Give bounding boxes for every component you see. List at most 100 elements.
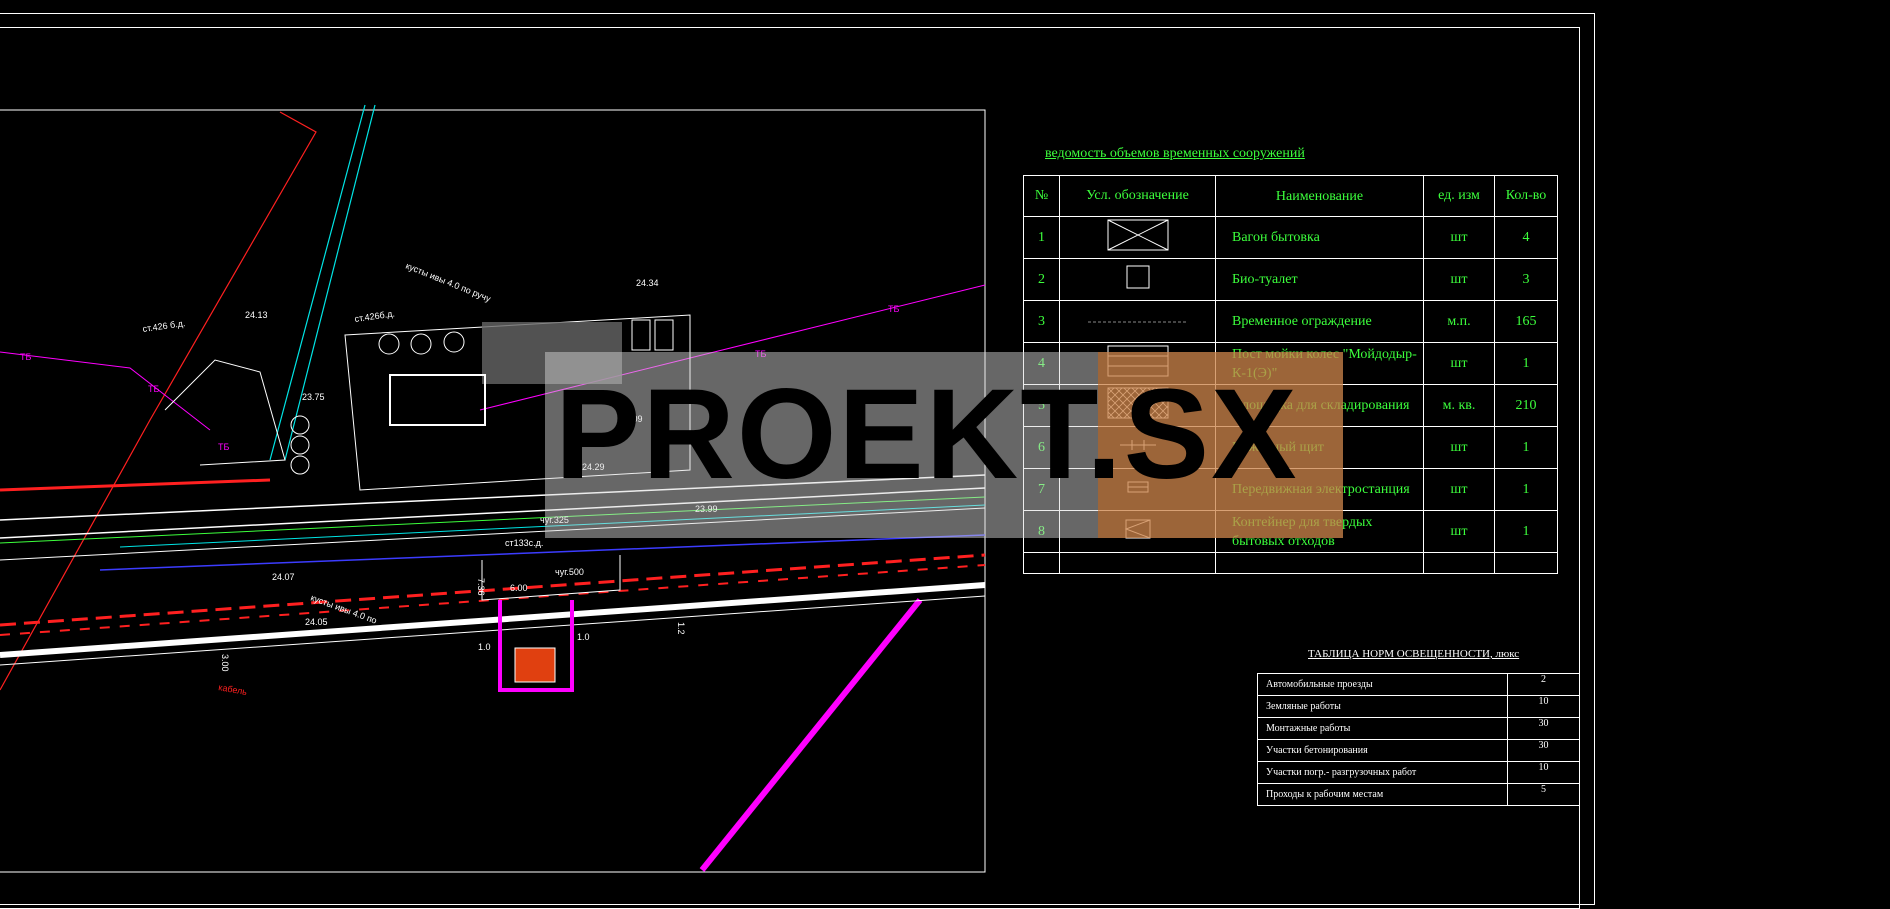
norm-value: 10 <box>1507 761 1580 784</box>
road-edge-thick <box>0 582 986 658</box>
norm-value: 30 <box>1507 739 1580 762</box>
label-cable: кабель <box>218 682 248 697</box>
row-qty: 1 <box>1494 426 1558 469</box>
red-road-upper <box>0 478 271 492</box>
label-elev-24-05: 24.05 <box>305 617 328 627</box>
norm-value: 30 <box>1507 717 1580 740</box>
header-name: Наименование <box>1215 175 1424 217</box>
red-road-lower-1 <box>0 553 986 627</box>
label-dim-1-0-b: 1.0 <box>577 632 590 642</box>
road-edge-4 <box>0 595 986 666</box>
pipe-line-a <box>269 104 366 461</box>
red-road-lower-2 <box>0 564 986 636</box>
row-unit: шт <box>1423 426 1495 469</box>
row-qty: 3 <box>1494 258 1558 301</box>
watermark-text: PROEKT.SX <box>555 363 1299 506</box>
label-dim-7-36: 7.36 <box>476 578 486 596</box>
norm-value: 5 <box>1507 783 1580 806</box>
row-qty: 165 <box>1494 300 1558 343</box>
wagon-icon <box>1059 216 1216 259</box>
row-no: 3 <box>1023 300 1060 343</box>
magenta-thick-line <box>699 598 923 872</box>
row-name: Временное ограждение <box>1215 300 1424 343</box>
volumes-header-row: № Усл. обозначение Наименование ед. изм … <box>1023 175 1558 217</box>
row-qty: 4 <box>1494 216 1558 259</box>
label-dim-3-00: 3.00 <box>220 654 230 672</box>
table-row: Земляные работы 10 <box>1257 695 1580 718</box>
table-row: 2 Био-туалет шт 3 <box>1023 258 1558 301</box>
equipment-block <box>389 374 486 426</box>
label-elev-24-34: 24.34 <box>636 278 659 288</box>
lighting-table: Автомобильные проезды 2 Земляные работы 10… <box>1257 673 1580 806</box>
label-dim-6-00: 6.00 <box>510 583 528 593</box>
label-st426b: ст.426б.д. <box>354 308 396 324</box>
table-row: 1 Вагон бытовка шт 4 <box>1023 216 1558 259</box>
norm-name: Монтажные работы <box>1257 717 1508 740</box>
label-ts-2: ТБ <box>148 384 159 394</box>
row-qty: 210 <box>1494 384 1558 427</box>
magenta-line-west <box>0 351 211 431</box>
row-no: 1 <box>1023 216 1060 259</box>
norm-value: 10 <box>1507 695 1580 718</box>
row-name: Вагон бытовка <box>1215 216 1424 259</box>
header-qty: Кол-во <box>1494 175 1558 217</box>
row-qty: 1 <box>1494 342 1558 385</box>
empty-row <box>1023 552 1558 574</box>
tank-5 <box>290 435 310 455</box>
label-dim-1-0-a: 1.0 <box>478 642 491 652</box>
label-chug500: чуг.500 <box>555 567 584 577</box>
fence-icon <box>1059 300 1216 343</box>
row-unit: шт <box>1423 216 1495 259</box>
label-elev-24-07: 24.07 <box>272 572 295 582</box>
table-row: 3 Временное ограждение м.п. 165 <box>1023 300 1558 343</box>
empty-cell <box>1423 552 1495 574</box>
tank-2 <box>410 333 432 355</box>
header-unit: ед. изм <box>1423 175 1495 217</box>
label-st426a: ст.426 б.д. <box>142 318 186 334</box>
table-row: Проходы к рабочим местам 5 <box>1257 783 1580 806</box>
label-ts-1: ТБ <box>20 352 31 362</box>
wagon-2 <box>654 319 674 351</box>
norm-name: Участки бетонирования <box>1257 739 1508 762</box>
norm-name: Участки погр.- разгрузочных работ <box>1257 761 1508 784</box>
row-qty: 1 <box>1494 510 1558 553</box>
empty-cell <box>1494 552 1558 574</box>
table-row: Участки бетонирования 30 <box>1257 739 1580 762</box>
row-unit: шт <box>1423 258 1495 301</box>
norm-value: 2 <box>1507 673 1580 696</box>
table-row: Участки погр.- разгрузочных работ 10 <box>1257 761 1580 784</box>
tank-6 <box>290 455 310 475</box>
header-no: № <box>1023 175 1060 217</box>
row-unit: м.п. <box>1423 300 1495 343</box>
empty-cell <box>1059 552 1216 574</box>
row-name: Био-туалет <box>1215 258 1424 301</box>
label-dim-1-2: 1.2 <box>676 622 686 635</box>
header-symbol: Усл. обозначение <box>1059 175 1216 217</box>
label-ts-3: ТБ <box>218 442 229 452</box>
norm-name: Проходы к рабочим местам <box>1257 783 1508 806</box>
norm-name: Земляные работы <box>1257 695 1508 718</box>
label-elev-24-13: 24.13 <box>245 310 268 320</box>
row-unit: шт <box>1423 510 1495 553</box>
lighting-table-title: ТАБЛИЦА НОРМ ОСВЕЩЕННОСТИ, люкс <box>1308 648 1520 660</box>
empty-cell <box>1023 552 1060 574</box>
label-elev-23-75: 23.75 <box>302 392 325 402</box>
label-st133: ст133с.д. <box>505 538 543 548</box>
row-no: 2 <box>1023 258 1060 301</box>
volumes-table-title: ведомость объемов временных сооружений <box>1045 146 1305 161</box>
row-unit: м. кв. <box>1423 384 1495 427</box>
tank-1 <box>378 333 400 355</box>
wagon-1 <box>631 319 651 351</box>
row-unit: шт <box>1423 342 1495 385</box>
label-ts-5: ТБ <box>888 304 899 314</box>
bio-toilet-icon <box>1059 258 1216 301</box>
tank-3 <box>443 331 465 353</box>
table-row: Монтажные работы 30 <box>1257 717 1580 740</box>
row-qty: 1 <box>1494 468 1558 511</box>
pit-block <box>514 647 556 683</box>
row-unit: шт <box>1423 468 1495 511</box>
label-shrubs-top: кусты ивы 4.0 по ручу <box>404 261 492 304</box>
norm-name: Автомобильные проезды <box>1257 673 1508 696</box>
pipe-line-b <box>284 104 376 461</box>
table-row: Автомобильные проезды 2 <box>1257 673 1580 696</box>
